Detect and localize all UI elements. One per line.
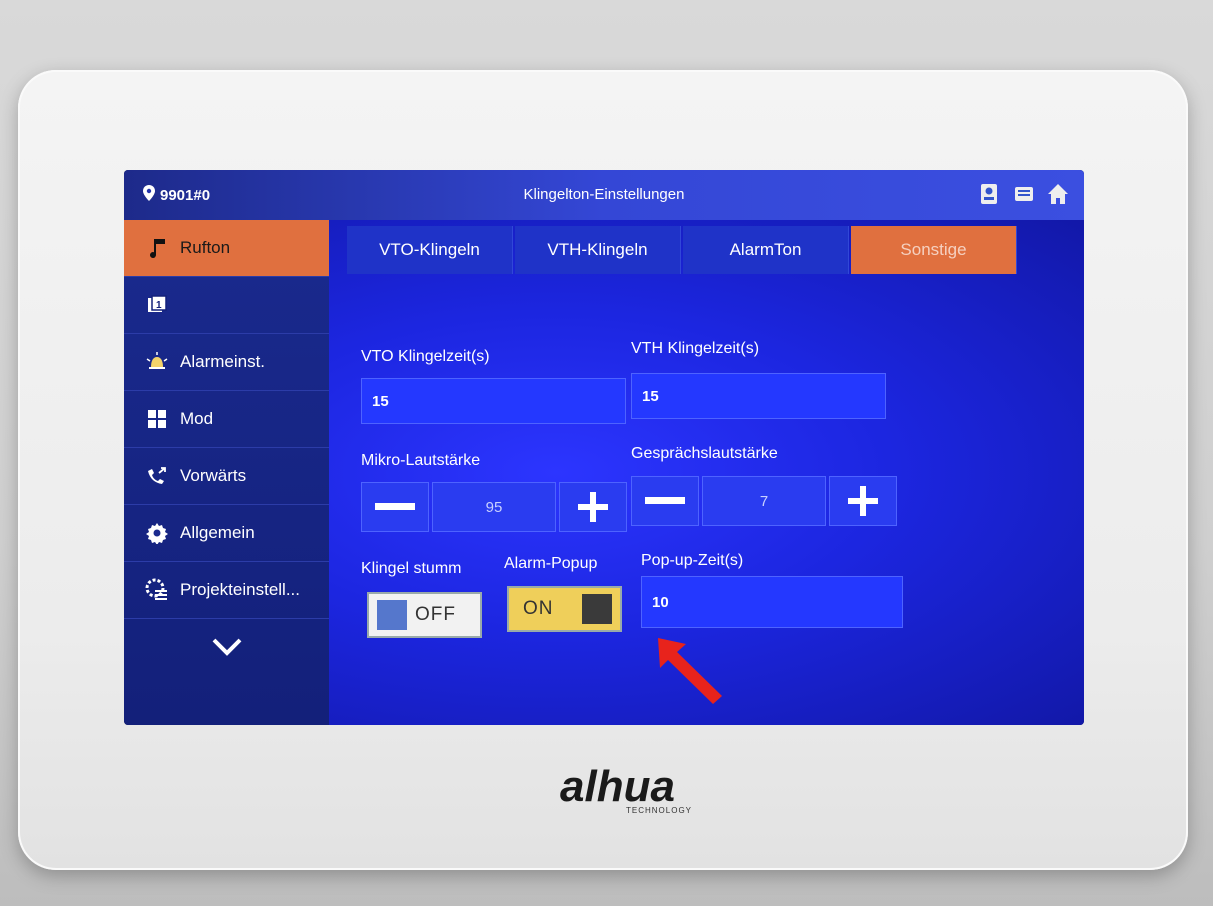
sidebar-item-label: Mod bbox=[180, 409, 214, 428]
sidebar-item-allgemein[interactable]: Allgemein bbox=[124, 505, 329, 562]
toggle-state: OFF bbox=[415, 604, 456, 625]
mic-decrease-button[interactable] bbox=[361, 482, 429, 532]
touch-screen: 9901#0 Klingelton-Einstellungen Rufton 1 bbox=[124, 170, 1084, 725]
project-settings-icon bbox=[144, 577, 170, 603]
vth-ring-time-field[interactable]: 15 bbox=[631, 373, 886, 419]
sidebar-item-alarmeinst[interactable]: Alarmeinst. bbox=[124, 334, 329, 391]
chevron-down-icon bbox=[211, 637, 243, 662]
talk-decrease-button[interactable] bbox=[631, 476, 699, 526]
vto-ring-time-label: VTO Klingelzeit(s) bbox=[361, 348, 490, 365]
mic-increase-button[interactable] bbox=[559, 482, 627, 532]
sidebar-item-mod[interactable]: Mod bbox=[124, 391, 329, 448]
sidebar-item-label: Rufton bbox=[180, 238, 231, 257]
sidebar-item-vorwaerts[interactable]: Vorwärts bbox=[124, 448, 329, 505]
talk-increase-button[interactable] bbox=[829, 476, 897, 526]
sidebar-item-monitor[interactable]: 1 bbox=[124, 277, 329, 334]
svg-text:1: 1 bbox=[156, 300, 162, 311]
mic-volume-value: 95 bbox=[432, 482, 556, 532]
music-note-icon bbox=[144, 235, 170, 261]
plus-icon bbox=[578, 492, 608, 522]
sidebar-item-label: Alarmeinst. bbox=[180, 352, 266, 371]
home-icon[interactable] bbox=[1046, 182, 1070, 211]
vto-ring-time-field[interactable]: 15 bbox=[361, 378, 626, 424]
mic-volume-label: Mikro-Lautstärke bbox=[361, 452, 481, 469]
popup-time-label: Pop-up-Zeit(s) bbox=[641, 552, 744, 569]
ring-mute-label: Klingel stumm bbox=[361, 560, 462, 577]
popup-time-field[interactable]: 10 bbox=[641, 576, 903, 628]
plus-icon bbox=[848, 486, 878, 516]
sidebar-item-label: Vorwärts bbox=[180, 466, 247, 485]
talk-volume-value: 7 bbox=[702, 476, 826, 526]
sidebar-item-projekteinstell[interactable]: Projekteinstell... bbox=[124, 562, 329, 619]
sidebar-more-button[interactable] bbox=[124, 619, 329, 679]
vth-ring-time-label: VTH Klingelzeit(s) bbox=[631, 340, 760, 357]
monitor-icon: 1 bbox=[144, 292, 170, 318]
sidebar-item-rufton[interactable]: Rufton bbox=[124, 220, 329, 277]
grid-icon bbox=[144, 406, 170, 432]
toggle-state: ON bbox=[523, 598, 554, 619]
arrow-annotation-icon bbox=[658, 638, 722, 704]
gear-icon bbox=[144, 520, 170, 546]
sidebar-item-label: Projekteinstell... bbox=[180, 580, 300, 599]
ring-mute-toggle[interactable]: OFF bbox=[367, 592, 482, 638]
intercom-icon[interactable] bbox=[978, 182, 1002, 211]
talk-volume-stepper: 7 bbox=[631, 476, 897, 526]
brand-logo: alhua bbox=[560, 762, 675, 811]
sidebar-item-label: Allgemein bbox=[180, 523, 255, 542]
call-forward-icon bbox=[144, 463, 170, 489]
tab-alarmton[interactable]: AlarmTon bbox=[683, 226, 849, 274]
top-bar: 9901#0 Klingelton-Einstellungen bbox=[124, 170, 1084, 220]
sidebar: Rufton 1 Alarmeinst. Mod Vorwärts Allgem… bbox=[124, 220, 329, 725]
tab-sonstige[interactable]: Sonstige bbox=[851, 226, 1017, 274]
tab-vto-klingeln[interactable]: VTO-Klingeln bbox=[347, 226, 513, 274]
brand-subtitle: TECHNOLOGY bbox=[626, 806, 693, 815]
tab-bar: VTO-Klingeln VTH-Klingeln AlarmTon Sonst… bbox=[329, 226, 1084, 278]
alarm-popup-toggle[interactable]: ON bbox=[507, 586, 622, 632]
talk-volume-label: Gesprächslautstärke bbox=[631, 445, 778, 462]
message-icon[interactable] bbox=[1012, 182, 1036, 211]
page-title: Klingelton-Einstellungen bbox=[523, 186, 685, 203]
mic-volume-stepper: 95 bbox=[361, 482, 627, 532]
minus-icon bbox=[375, 503, 415, 510]
alarm-popup-label: Alarm-Popup bbox=[504, 555, 598, 572]
toggle-knob bbox=[377, 600, 407, 630]
minus-icon bbox=[645, 497, 685, 504]
alarm-bell-icon bbox=[144, 349, 170, 375]
toggle-knob bbox=[582, 594, 612, 624]
tab-vth-klingeln[interactable]: VTH-Klingeln bbox=[515, 226, 681, 274]
